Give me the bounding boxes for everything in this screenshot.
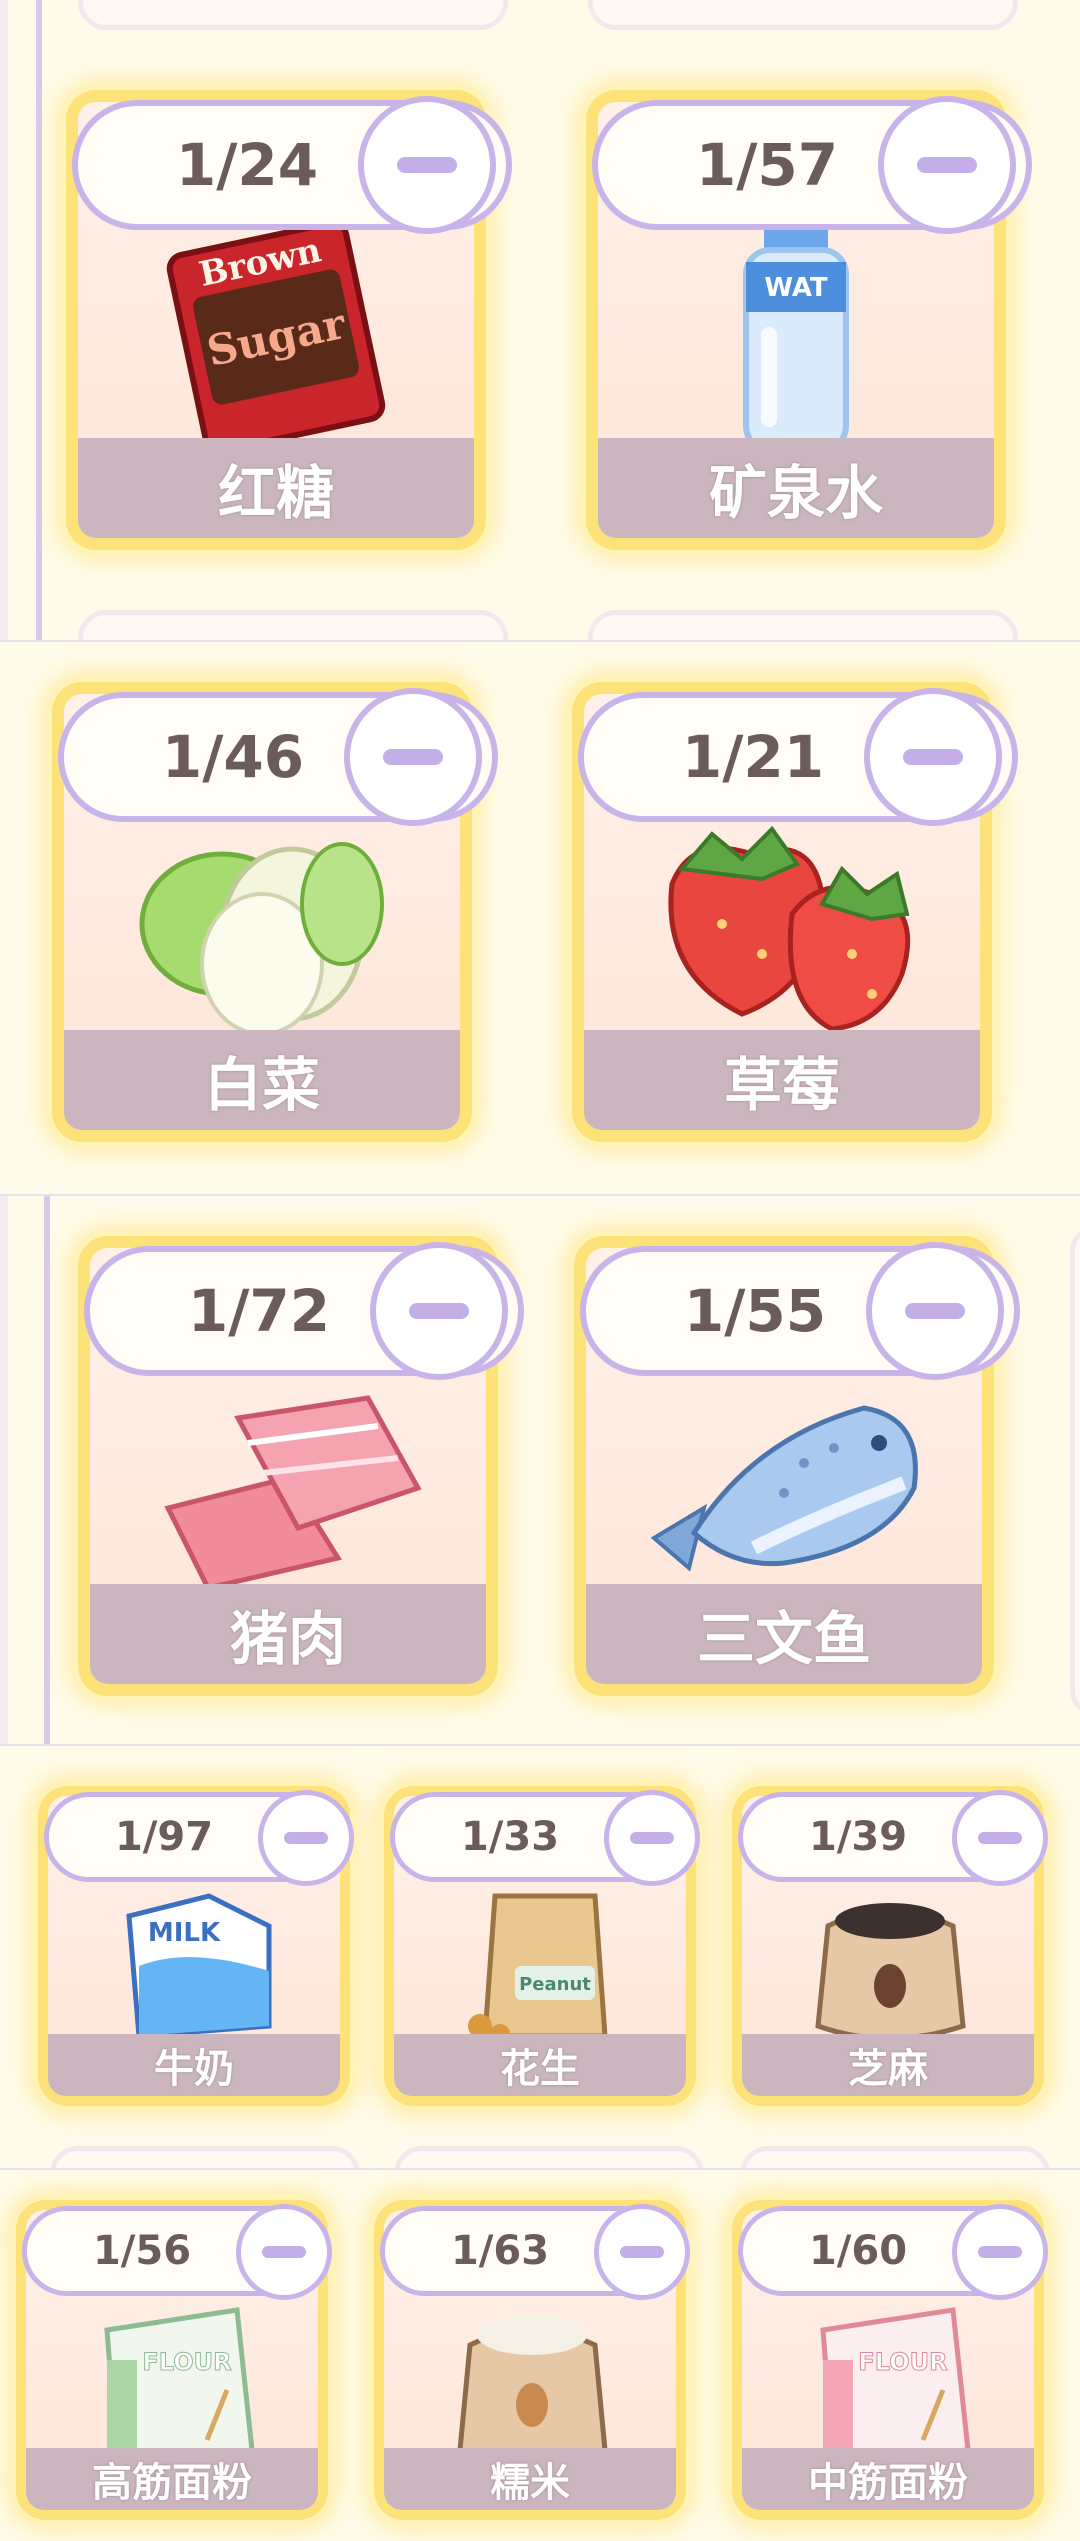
minus-icon (262, 2246, 306, 2258)
ingredient-name: 三文鱼 (586, 1584, 982, 1684)
partial-card (50, 2146, 360, 2168)
remove-ingredient-button[interactable] (604, 1790, 700, 1886)
ingredient-count: 1/33 (460, 1814, 560, 1860)
ingredient-name: 牛奶 (48, 2034, 340, 2096)
ingredient-name: 猪肉 (90, 1584, 486, 1684)
remove-ingredient-button[interactable] (236, 2204, 332, 2300)
mineral-water-icon: WAT (646, 222, 946, 452)
partial-card (588, 0, 1018, 30)
ingredient-name: 糯米 (384, 2448, 676, 2510)
ingredient-card[interactable]: 白菜 1/46 (52, 682, 498, 1142)
inventory-row-1: Brown Sugar 红糖 1/24 WAT 矿泉水 1/57 (0, 0, 1080, 640)
ingredient-name: 红糖 (78, 438, 474, 538)
remove-ingredient-button[interactable] (952, 1790, 1048, 1886)
ingredient-card[interactable]: 芝麻 1/39 (732, 1786, 1048, 2106)
inventory-row-2: 白菜 1/46 草莓 1/21 (0, 642, 1080, 1194)
ingredient-count: 1/56 (92, 2228, 192, 2274)
partial-card (78, 610, 508, 640)
partial-card (1070, 1226, 1080, 1716)
milk-icon: MILK (99, 1876, 289, 2046)
partial-card (740, 2146, 1050, 2168)
ingredient-card[interactable]: 草莓 1/21 (572, 682, 1018, 1142)
minus-icon (383, 749, 443, 765)
remove-ingredient-button[interactable] (878, 96, 1016, 234)
remove-ingredient-button[interactable] (952, 2204, 1048, 2300)
remove-ingredient-button[interactable] (358, 96, 496, 234)
ingredient-card[interactable]: FLOUR 中筋面粉 1/60 (732, 2200, 1048, 2520)
minus-icon (409, 1303, 469, 1319)
sesame-icon (793, 1876, 983, 2046)
partial-card (588, 610, 1018, 640)
svg-text:WAT: WAT (764, 273, 828, 303)
ingredient-card[interactable]: Brown Sugar 红糖 1/24 (66, 90, 512, 550)
pork-icon (138, 1368, 438, 1598)
svg-text:FLOUR: FLOUR (142, 2348, 231, 2376)
ingredient-name: 草莓 (584, 1030, 980, 1130)
partial-card (394, 2146, 704, 2168)
minus-icon (978, 1832, 1022, 1844)
minus-icon (917, 157, 977, 173)
remove-ingredient-button[interactable] (370, 1242, 508, 1380)
ingredient-card[interactable]: 猪肉 1/72 (78, 1236, 524, 1696)
minus-icon (397, 157, 457, 173)
svg-text:MILK: MILK (148, 1918, 221, 1948)
minus-icon (903, 749, 963, 765)
ingredient-card[interactable]: WAT 矿泉水 1/57 (586, 90, 1032, 550)
ingredient-count: 1/97 (114, 1814, 214, 1860)
minus-icon (620, 2246, 664, 2258)
cabbage-icon (112, 814, 412, 1044)
strawberry-icon (632, 814, 932, 1044)
peanut-icon: Peanut (445, 1876, 635, 2046)
remove-ingredient-button[interactable] (594, 2204, 690, 2300)
ingredient-card[interactable]: MILK 牛奶 1/97 (38, 1786, 354, 2106)
remove-ingredient-button[interactable] (344, 688, 482, 826)
inventory-screen: Brown Sugar 红糖 1/24 WAT 矿泉水 1/57 白菜 1/46… (0, 0, 1080, 2541)
ingredient-card[interactable]: 糯米 1/63 (374, 2200, 690, 2520)
svg-text:FLOUR: FLOUR (858, 2348, 947, 2376)
ingredient-name: 矿泉水 (598, 438, 994, 538)
remove-ingredient-button[interactable] (258, 1790, 354, 1886)
ingredient-count: 1/60 (808, 2228, 908, 2274)
inventory-row-3: 猪肉 1/72 三文鱼 1/55 (0, 1196, 1080, 1744)
ingredient-card[interactable]: Peanut 花生 1/33 (384, 1786, 700, 2106)
glutinous-rice-icon (435, 2290, 625, 2460)
partial-card (78, 0, 508, 30)
svg-text:Peanut: Peanut (519, 1974, 591, 1995)
minus-icon (284, 1832, 328, 1844)
ingredient-card[interactable]: 三文鱼 1/55 (574, 1236, 1020, 1696)
ingredient-count: 1/63 (450, 2228, 550, 2274)
minus-icon (905, 1303, 965, 1319)
salmon-icon (634, 1368, 934, 1598)
ingredient-name: 中筋面粉 (742, 2448, 1034, 2510)
all-purpose-flour-icon: FLOUR (793, 2290, 983, 2460)
remove-ingredient-button[interactable] (866, 1242, 1004, 1380)
ingredient-count: 1/39 (808, 1814, 908, 1860)
inventory-row-5: FLOUR 高筋面粉 1/56 糯米 1/63 FLOUR 中筋面粉 1/60 (0, 2170, 1080, 2541)
ingredient-card[interactable]: FLOUR 高筋面粉 1/56 (16, 2200, 332, 2520)
brown-sugar-icon: Brown Sugar (126, 222, 426, 452)
scroll-accent-bar (36, 0, 42, 640)
ingredient-name: 白菜 (64, 1030, 460, 1130)
ingredient-name: 花生 (394, 2034, 686, 2096)
ingredient-name: 芝麻 (742, 2034, 1034, 2096)
minus-icon (630, 1832, 674, 1844)
ingredient-name: 高筋面粉 (26, 2448, 318, 2510)
remove-ingredient-button[interactable] (864, 688, 1002, 826)
bread-flour-icon: FLOUR (77, 2290, 267, 2460)
minus-icon (978, 2246, 1022, 2258)
scroll-accent-bar (44, 1196, 50, 1744)
inventory-row-4: MILK 牛奶 1/97 Peanut 花生 1/33 芝麻 1/39 (0, 1746, 1080, 2168)
